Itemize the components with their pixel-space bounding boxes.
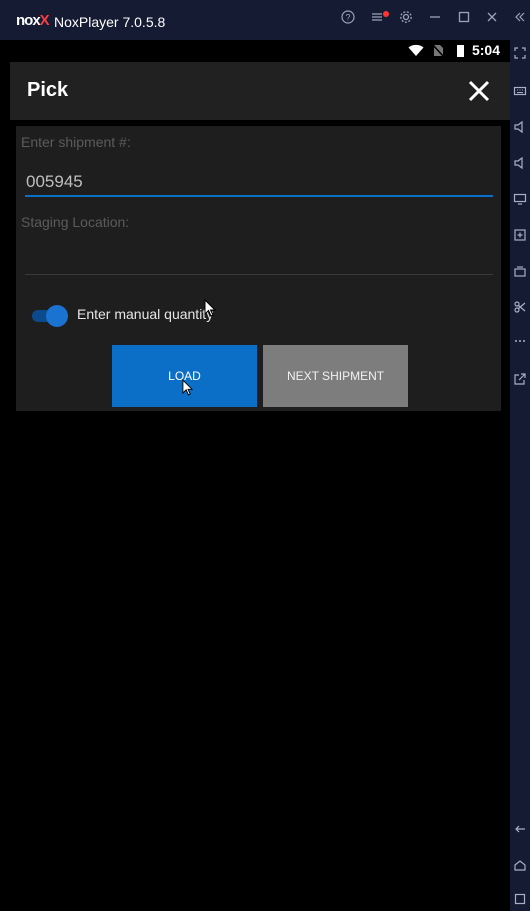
maximize-icon[interactable] <box>455 10 473 28</box>
shipment-label: Enter shipment #: <box>21 134 131 150</box>
android-screen: 5:04 Pick Enter shipment #: Staging Loca… <box>10 40 510 911</box>
no-sim-icon <box>432 44 444 62</box>
wifi-icon <box>408 44 424 62</box>
manual-quantity-label: Enter manual quantity <box>77 306 214 322</box>
back-icon[interactable] <box>510 822 530 839</box>
close-icon <box>468 80 490 102</box>
minimize-icon[interactable] <box>426 10 444 28</box>
pick-form-panel: Enter shipment #: Staging Location: Ente… <box>16 126 501 411</box>
screen-icon[interactable] <box>510 192 530 209</box>
emulator-titlebar: noxX NoxPlayer 7.0.5.8 ? <box>0 0 530 40</box>
logo-accent: X <box>39 12 50 29</box>
more-icon[interactable] <box>510 334 530 351</box>
logo-text: nox <box>16 12 41 29</box>
status-time: 5:04 <box>471 42 500 58</box>
keyboard-icon[interactable] <box>510 84 530 101</box>
add-apk-icon[interactable] <box>510 228 530 245</box>
volume-up-icon[interactable] <box>510 120 530 137</box>
screenshot-scissors-icon[interactable] <box>510 300 530 317</box>
settings-icon[interactable] <box>397 10 415 28</box>
shipment-input-underline <box>25 195 493 197</box>
close-window-icon[interactable] <box>483 10 501 28</box>
collapse-sidebar-icon[interactable] <box>511 10 529 28</box>
mouse-cursor-icon <box>182 379 193 396</box>
fullscreen-icon[interactable] <box>510 46 530 63</box>
manual-quantity-toggle[interactable] <box>32 304 68 327</box>
toggle-knob <box>46 305 68 327</box>
multi-instance-icon[interactable] <box>510 264 530 281</box>
window-title: NoxPlayer 7.0.5.8 <box>54 14 166 30</box>
load-button[interactable]: LOAD <box>112 345 257 407</box>
staging-input-underline <box>25 274 493 275</box>
battery-icon <box>457 45 464 57</box>
open-external-icon[interactable] <box>510 372 530 389</box>
staging-label: Staging Location: <box>21 214 130 230</box>
close-button[interactable] <box>464 76 494 106</box>
staging-input[interactable] <box>25 244 494 272</box>
emulator-sidebar <box>510 40 530 911</box>
status-bar: 5:04 <box>10 40 510 62</box>
notification-dot <box>383 11 389 17</box>
help-icon[interactable]: ? <box>339 10 357 28</box>
next-shipment-button[interactable]: NEXT SHIPMENT <box>263 345 408 407</box>
recent-apps-icon[interactable] <box>510 892 530 909</box>
page-title: Pick <box>27 79 69 101</box>
shipment-input[interactable] <box>25 168 494 196</box>
svg-text:?: ? <box>345 13 350 23</box>
app-bar: Pick <box>10 62 510 120</box>
volume-down-icon[interactable] <box>510 156 530 173</box>
home-icon[interactable] <box>510 858 530 875</box>
nox-logo: noxX <box>16 12 50 29</box>
mouse-cursor-icon <box>204 299 216 317</box>
